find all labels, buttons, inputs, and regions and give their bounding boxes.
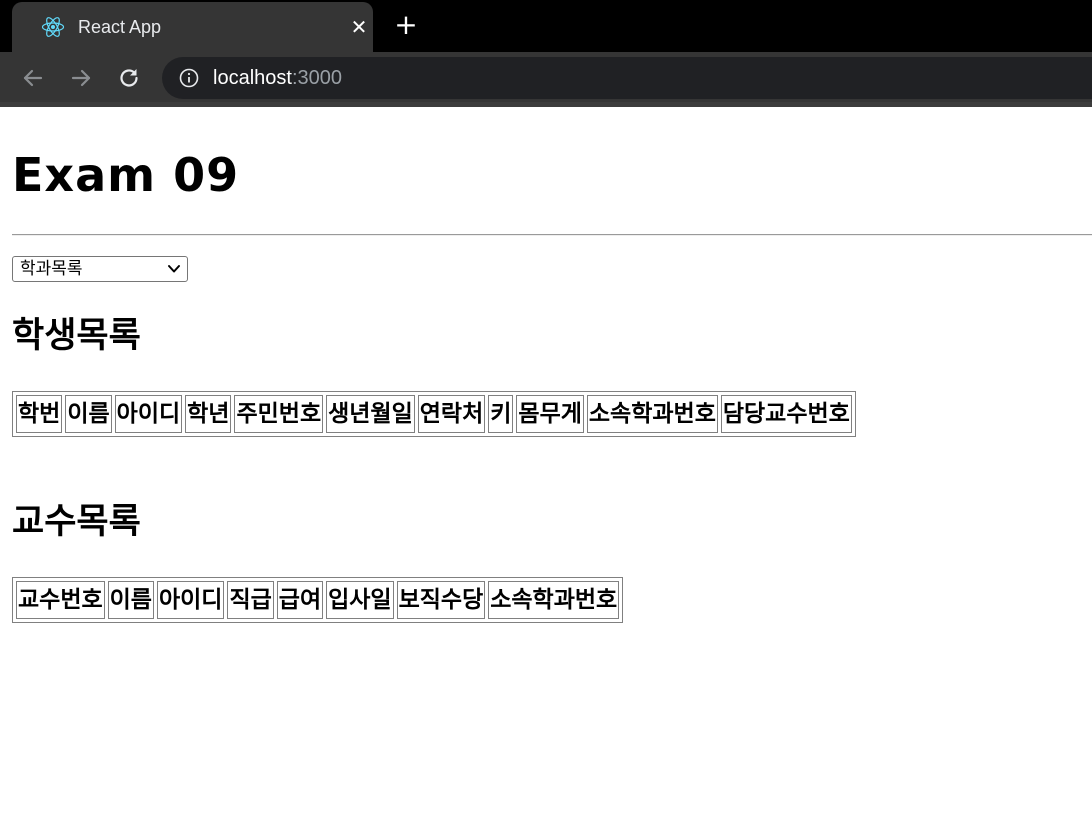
page-title: Exam 09 <box>12 148 240 202</box>
column-header: 급여 <box>276 581 324 619</box>
column-header: 교수번호 <box>16 581 105 619</box>
column-header: 아이디 <box>114 395 183 433</box>
professors-header-row: 교수번호 이름 아이디 직급 급여 입사일 보직수당 소속학과번호 <box>16 581 620 619</box>
reload-icon[interactable] <box>116 65 142 91</box>
column-header: 입사일 <box>326 581 394 619</box>
chevron-down-icon <box>168 265 180 273</box>
arrow-left-icon[interactable] <box>20 65 46 91</box>
column-header: 담당교수번호 <box>720 395 852 433</box>
students-heading: 학생목록 <box>12 316 141 356</box>
column-header: 주민번호 <box>234 395 324 433</box>
column-header: 이름 <box>107 581 154 619</box>
column-header: 이름 <box>65 395 112 433</box>
column-header: 직급 <box>227 581 274 619</box>
plus-icon[interactable]: + <box>393 11 419 39</box>
arrow-right-icon[interactable] <box>68 65 94 91</box>
column-header: 생년월일 <box>326 395 415 433</box>
department-select[interactable]: 학과목록 <box>12 256 188 282</box>
column-header: 아이디 <box>156 581 225 619</box>
browser-toolbar: localhost:3000 <box>0 52 1092 102</box>
close-icon[interactable]: ✕ <box>348 16 370 38</box>
professors-heading: 교수목록 <box>12 502 141 542</box>
info-icon[interactable] <box>179 68 199 88</box>
column-header: 보직수당 <box>396 581 486 619</box>
url-text[interactable]: localhost:3000 <box>213 67 342 89</box>
column-header: 소속학과번호 <box>488 581 620 619</box>
column-header: 학번 <box>16 395 63 433</box>
react-logo-icon <box>41 17 65 37</box>
students-header-row: 학번 이름 아이디 학년 주민번호 생년월일 연락처 키 몸무게 소속학과번호 … <box>16 395 852 433</box>
column-header: 키 <box>488 395 514 433</box>
url-host: localhost <box>213 67 292 89</box>
column-header: 연락처 <box>417 395 486 433</box>
url-port: :3000 <box>291 67 342 89</box>
browser-tab[interactable]: React App ✕ <box>12 2 373 52</box>
department-select-value: 학과목록 <box>20 259 83 279</box>
professors-table: 교수번호 이름 아이디 직급 급여 입사일 보직수당 소속학과번호 <box>12 577 624 623</box>
page-content: Exam 09 학과목록 학생목록 학번 이름 아이디 학년 주민번호 생년월일… <box>0 107 1092 814</box>
tab-title: React App <box>78 17 162 37</box>
column-header: 몸무게 <box>516 395 584 433</box>
divider <box>12 234 1092 236</box>
column-header: 소속학과번호 <box>586 395 718 433</box>
tab-strip: React App ✕ + <box>0 0 1092 52</box>
column-header: 학년 <box>185 395 232 433</box>
address-bar[interactable]: localhost:3000 <box>162 57 1092 99</box>
students-table: 학번 이름 아이디 학년 주민번호 생년월일 연락처 키 몸무게 소속학과번호 … <box>12 391 856 437</box>
